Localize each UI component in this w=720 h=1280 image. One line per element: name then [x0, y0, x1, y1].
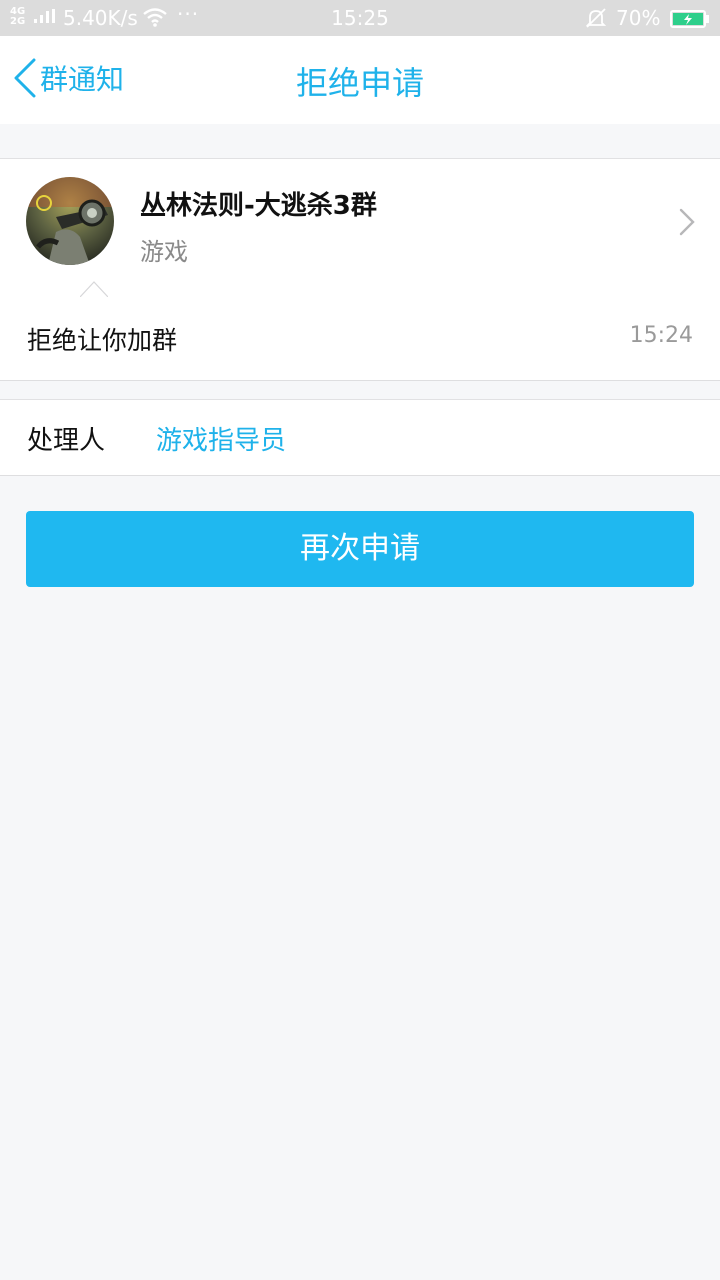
handler-row: 处理人 游戏指导员	[0, 399, 720, 476]
battery-icon	[670, 10, 709, 28]
rejection-message: 拒绝让你加群	[27, 326, 178, 355]
battery-percent: 70%	[616, 6, 661, 30]
group-avatar	[26, 177, 114, 265]
status-time: 15:25	[331, 6, 389, 30]
page-title: 拒绝申请	[295, 64, 424, 102]
group-category: 游戏	[140, 238, 188, 266]
handler-label: 处理人	[27, 426, 106, 456]
chevron-right-icon	[679, 208, 695, 236]
nav-header: 群通知 拒绝申请	[0, 36, 720, 124]
status-bar: 4G 2G 5.40K/s ··· 15:25 70%	[0, 0, 720, 36]
group-info-row[interactable]: 丛林法则-大逃杀3群 游戏	[0, 158, 720, 298]
muted-bell-icon	[585, 8, 607, 28]
reapply-button[interactable]: 再次申请	[26, 511, 694, 587]
rejection-message-row: 拒绝让你加群 15:24	[0, 297, 720, 381]
message-time: 15:24	[629, 323, 693, 348]
handler-name-link[interactable]: 游戏指导员	[156, 420, 286, 457]
group-name: 丛林法则-大逃杀3群	[140, 191, 377, 221]
notch-pointer	[80, 281, 108, 297]
